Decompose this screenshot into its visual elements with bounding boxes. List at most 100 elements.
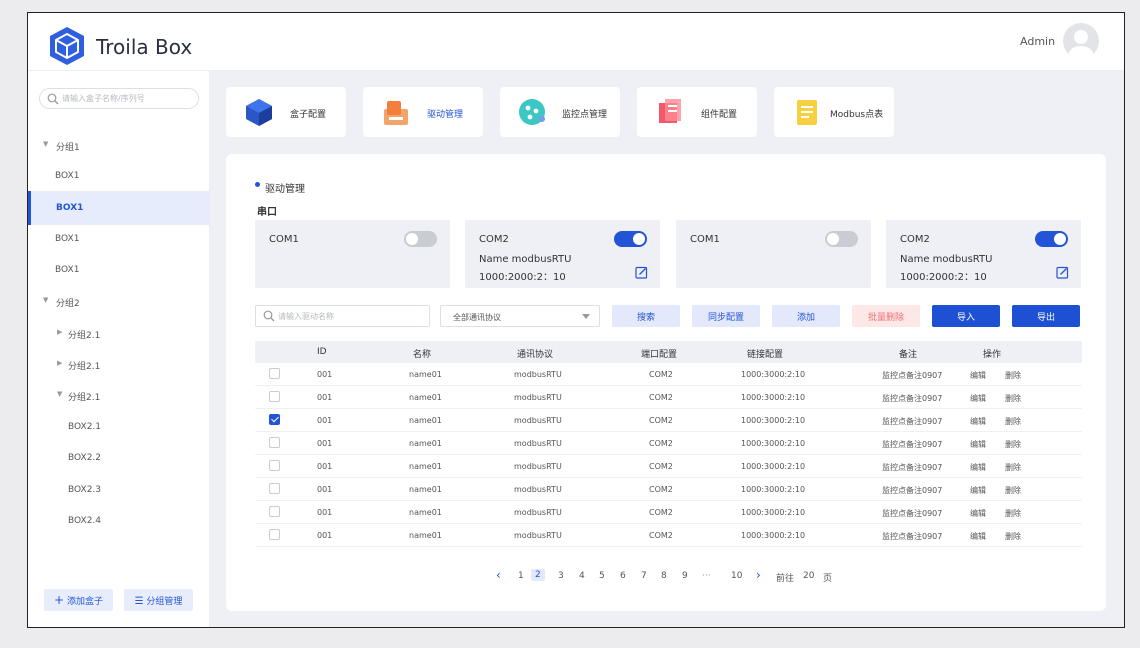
tree-subleaf[interactable]: BOX2.1 <box>28 410 210 444</box>
import-button[interactable]: 导入 <box>932 305 1000 327</box>
tree-group-1[interactable]: ▼ 分组1 <box>28 128 210 162</box>
cell-protocol: modbusRTU <box>514 416 562 425</box>
cell-link: 1000:3000:2:10 <box>741 462 806 471</box>
edit-link[interactable]: 编辑 <box>970 485 986 496</box>
com-toggle[interactable] <box>404 231 437 247</box>
search-button[interactable]: 搜索 <box>612 305 680 327</box>
row-checkbox[interactable] <box>269 414 280 425</box>
goto-input[interactable]: 20 <box>803 571 814 581</box>
cell-port: COM2 <box>649 485 673 494</box>
delete-link[interactable]: 删除 <box>1005 439 1021 450</box>
delete-link[interactable]: 删除 <box>1005 416 1021 427</box>
add-button[interactable]: 添加 <box>772 305 840 327</box>
row-checkbox[interactable] <box>269 529 280 540</box>
app-window: Troila Box Admin ▼ 分组1 BOX1 BOX1 <box>27 12 1125 628</box>
avatar[interactable] <box>1063 23 1099 59</box>
com-name: COM2 <box>900 234 930 245</box>
tree-item-box[interactable]: BOX1 <box>28 159 210 193</box>
page-3[interactable]: 3 <box>558 571 564 581</box>
top-header: Troila Box Admin <box>28 13 1124 71</box>
delete-link[interactable]: 删除 <box>1005 531 1021 542</box>
user-name[interactable]: Admin <box>1020 35 1055 48</box>
cell-id: 001 <box>317 485 333 494</box>
nav-card-modbus[interactable]: Modbus点表 <box>774 87 894 137</box>
cell-id: 001 <box>317 416 333 425</box>
tree-label: BOX1 <box>55 265 80 275</box>
nav-card-component[interactable]: 组件配置 <box>637 87 757 137</box>
edit-link[interactable]: 编辑 <box>970 393 986 404</box>
page-7[interactable]: 7 <box>641 571 647 581</box>
page-8[interactable]: 8 <box>661 571 667 581</box>
edit-icon[interactable] <box>1056 266 1069 279</box>
tree-item-box[interactable]: BOX1 <box>28 222 210 256</box>
row-checkbox[interactable] <box>269 368 280 379</box>
goto-label: 前往 <box>776 574 795 584</box>
edit-link[interactable]: 编辑 <box>970 462 986 473</box>
delete-link[interactable]: 删除 <box>1005 393 1021 404</box>
tree-subgroup-expanded[interactable]: ▼ 分组2.1 <box>28 378 210 412</box>
add-box-button[interactable]: + 添加盒子 <box>44 589 113 611</box>
delete-link[interactable]: 删除 <box>1005 462 1021 473</box>
page-10[interactable]: 10 <box>731 571 742 581</box>
cell-port: COM2 <box>649 439 673 448</box>
table-header: ID 名称 通讯协议 端口配置 链接配置 备注 操作 <box>255 341 1082 363</box>
caret-right-icon: ▶ <box>57 359 63 367</box>
tree-item-box[interactable]: BOX1 <box>28 253 210 287</box>
tree-subgroup[interactable]: ▶ 分组2.1 <box>28 347 210 381</box>
list-icon: ☰ <box>134 595 144 607</box>
tree-group-2[interactable]: ▼ 分组2 <box>28 284 210 318</box>
cell-link: 1000:3000:2:10 <box>741 416 806 425</box>
page-1[interactable]: 1 <box>518 571 524 581</box>
cell-link: 1000:3000:2:10 <box>741 508 806 517</box>
delete-link[interactable]: 删除 <box>1005 508 1021 519</box>
edit-link[interactable]: 编辑 <box>970 508 986 519</box>
cell-id: 001 <box>317 531 333 540</box>
edit-link[interactable]: 编辑 <box>970 416 986 427</box>
nav-card-monitor-point[interactable]: 监控点管理 <box>500 87 620 137</box>
sync-config-button[interactable]: 同步配置 <box>692 305 760 327</box>
com-toggle[interactable] <box>825 231 858 247</box>
edit-icon[interactable] <box>635 266 648 279</box>
com-name: COM1 <box>269 234 299 245</box>
page-9[interactable]: 9 <box>682 571 688 581</box>
prev-page-icon[interactable]: ‹ <box>496 568 501 582</box>
edit-link[interactable]: 编辑 <box>970 439 986 450</box>
edit-link[interactable]: 编辑 <box>970 531 986 542</box>
tree-item-box-active[interactable]: BOX1 <box>28 191 210 225</box>
com-toggle[interactable] <box>1035 231 1068 247</box>
tree-subleaf[interactable]: BOX2.2 <box>28 441 210 475</box>
header-link: 链接配置 <box>747 350 784 360</box>
nav-card-driver[interactable]: 驱动管理 <box>363 87 483 137</box>
box-search-input[interactable] <box>62 91 192 106</box>
batch-delete-button[interactable]: 批量删除 <box>852 305 920 327</box>
cell-remark: 监控点备注0907 <box>882 509 943 518</box>
page-ellipsis[interactable]: ··· <box>702 571 711 581</box>
nav-card-box-config[interactable]: 盒子配置 <box>226 87 346 137</box>
next-page-icon[interactable]: › <box>756 568 761 582</box>
tree-label: BOX2.4 <box>68 516 102 526</box>
page-6[interactable]: 6 <box>620 571 626 581</box>
cell-port: COM2 <box>649 370 673 379</box>
row-checkbox[interactable] <box>269 437 280 448</box>
row-checkbox[interactable] <box>269 391 280 402</box>
page-5[interactable]: 5 <box>599 571 605 581</box>
delete-link[interactable]: 删除 <box>1005 485 1021 496</box>
com-toggle[interactable] <box>614 231 647 247</box>
header-port: 端口配置 <box>641 350 678 360</box>
row-checkbox[interactable] <box>269 483 280 494</box>
edit-link[interactable]: 编辑 <box>970 370 986 381</box>
group-manage-button[interactable]: ☰ 分组管理 <box>124 589 193 611</box>
tree-subleaf[interactable]: BOX2.4 <box>28 504 210 538</box>
tree-subleaf[interactable]: BOX2.3 <box>28 473 210 507</box>
page-2-current[interactable]: 2 <box>531 569 545 581</box>
row-checkbox[interactable] <box>269 506 280 517</box>
page-4[interactable]: 4 <box>579 571 585 581</box>
protocol-select[interactable]: 全部通讯协议 <box>440 305 600 327</box>
row-checkbox[interactable] <box>269 460 280 471</box>
driver-search-input[interactable] <box>278 309 423 324</box>
chevron-down-icon <box>582 314 590 319</box>
tree-label: BOX2.3 <box>68 485 102 495</box>
tree-subgroup[interactable]: ▶ 分组2.1 <box>28 316 210 350</box>
delete-link[interactable]: 删除 <box>1005 370 1021 381</box>
export-button[interactable]: 导出 <box>1012 305 1080 327</box>
